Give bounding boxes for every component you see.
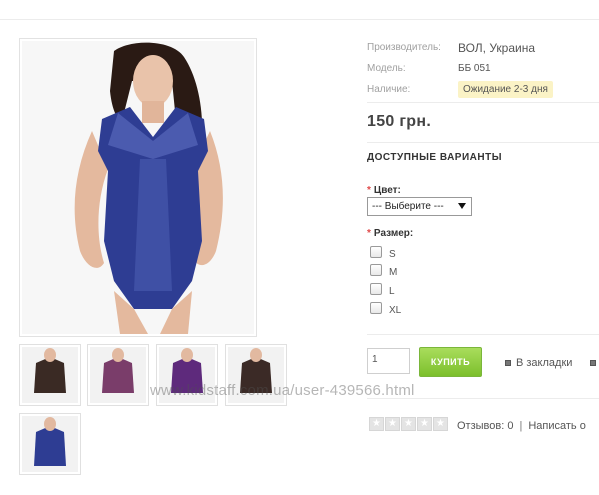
model-label: Модель: bbox=[367, 63, 406, 74]
model-row: Модель: ББ 051 bbox=[367, 58, 599, 79]
write-review-link[interactable]: Написать о bbox=[528, 420, 585, 432]
stock-label: Наличие: bbox=[367, 84, 411, 95]
star-empty-icon: ★ bbox=[417, 417, 432, 431]
manufacturer-value[interactable]: ВОЛ, Украина bbox=[458, 41, 535, 55]
size-option-m[interactable]: M bbox=[370, 262, 397, 278]
reviews-bar: Отзывов: 0 | Написать о bbox=[457, 420, 586, 432]
manufacturer-row: Производитель: ВОЛ, Украина bbox=[367, 37, 599, 58]
size-checkbox[interactable] bbox=[370, 246, 382, 258]
product-main-image[interactable] bbox=[19, 38, 257, 337]
thumbnail-2[interactable] bbox=[87, 344, 149, 406]
color-select-value: --- Выберите --- bbox=[372, 201, 444, 212]
size-option-label: M bbox=[389, 267, 398, 278]
star-empty-icon: ★ bbox=[385, 417, 400, 431]
required-asterisk: * bbox=[367, 228, 371, 239]
thumbnail-5[interactable] bbox=[19, 413, 81, 475]
product-info: Производитель: ВОЛ, Украина Модель: ББ 0… bbox=[367, 37, 599, 100]
rating-stars: ★ ★ ★ ★ ★ bbox=[369, 417, 448, 431]
thumbnail-1[interactable] bbox=[19, 344, 81, 406]
size-option-label: * Размер: bbox=[367, 228, 413, 239]
thumbnail-photo bbox=[22, 416, 78, 472]
buy-button[interactable]: КУПИТЬ bbox=[419, 347, 482, 377]
size-option-label: XL bbox=[389, 305, 402, 316]
size-option-s[interactable]: S bbox=[370, 244, 396, 260]
size-option-label: S bbox=[389, 249, 396, 260]
size-checkbox[interactable] bbox=[370, 302, 382, 314]
size-option-xl[interactable]: XL bbox=[370, 300, 401, 316]
star-empty-icon: ★ bbox=[369, 417, 384, 431]
info-divider bbox=[367, 102, 599, 103]
star-empty-icon: ★ bbox=[433, 417, 448, 431]
price-divider bbox=[367, 142, 599, 143]
model-value: ББ 051 bbox=[458, 63, 491, 74]
color-label-text: Цвет: bbox=[373, 185, 401, 196]
header-divider bbox=[0, 19, 599, 20]
dropdown-arrow-icon bbox=[458, 203, 466, 209]
thumbnail-photo bbox=[22, 347, 78, 403]
required-asterisk: * bbox=[367, 185, 371, 196]
size-option-l[interactable]: L bbox=[370, 281, 395, 297]
options-divider bbox=[367, 334, 599, 335]
size-label-text: Размер: bbox=[373, 228, 414, 239]
reviews-separator: | bbox=[519, 420, 523, 432]
size-option-label: L bbox=[389, 286, 395, 297]
compare-square-icon[interactable] bbox=[590, 360, 596, 366]
bookmark-square-icon bbox=[505, 360, 511, 366]
color-select[interactable]: --- Выберите --- bbox=[367, 197, 472, 216]
stock-status-badge: Ожидание 2-3 дня bbox=[458, 81, 553, 98]
watermark: www.kidstaff.com.ua/user-439566.html bbox=[150, 382, 415, 399]
wishlist-link[interactable]: В закладки bbox=[505, 357, 572, 369]
wishlist-label: В закладки bbox=[516, 357, 573, 369]
size-checkbox[interactable] bbox=[370, 283, 382, 295]
reviews-count-link[interactable]: Отзывов: 0 bbox=[457, 420, 513, 432]
stock-row: Наличие: Ожидание 2-3 дня bbox=[367, 79, 599, 100]
size-checkbox[interactable] bbox=[370, 264, 382, 276]
quantity-input[interactable]: 1 bbox=[367, 348, 410, 374]
options-title: ДОСТУПНЫЕ ВАРИАНТЫ bbox=[367, 152, 502, 163]
color-option-label: * Цвет: bbox=[367, 185, 401, 196]
star-empty-icon: ★ bbox=[401, 417, 416, 431]
cart-divider bbox=[367, 398, 599, 399]
model-photo bbox=[22, 41, 254, 334]
thumbnail-photo bbox=[90, 347, 146, 403]
manufacturer-label: Производитель: bbox=[367, 42, 441, 53]
product-price: 150 грн. bbox=[367, 113, 432, 130]
